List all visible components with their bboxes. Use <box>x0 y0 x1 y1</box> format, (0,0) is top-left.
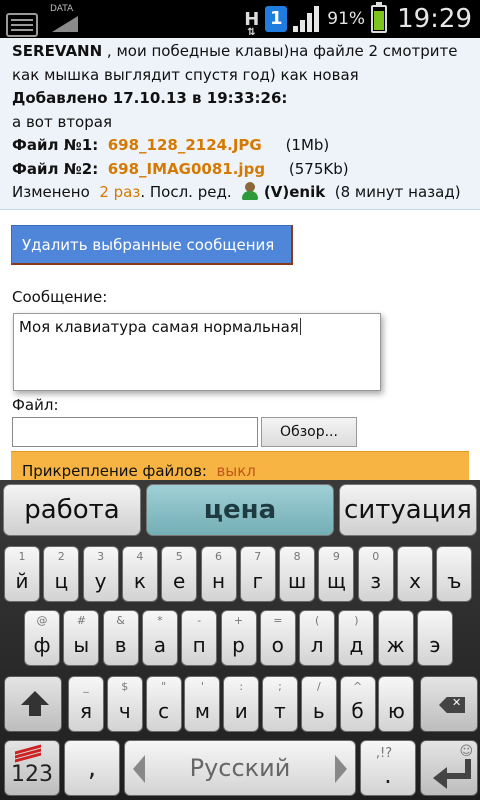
key-ж[interactable]: ж <box>377 610 414 666</box>
key-у[interactable]: 3у <box>82 546 119 602</box>
post-line-2: как мышка выглядит спустя год) как новая <box>12 65 359 84</box>
onscreen-keyboard: работа цена ситуация 1й2ц3у4к5е6н7г8ш9щ0… <box>0 480 480 800</box>
key-й[interactable]: 1й <box>4 546 40 602</box>
attachments-state: выкл <box>216 462 256 480</box>
suggestion-3[interactable]: ситуация <box>339 484 477 536</box>
battery-icon <box>371 2 388 33</box>
attachment-2: Файл №2: 698_IMAG0081.jpg (575Kb) <box>12 159 349 178</box>
symbols-123-key[interactable]: 123 <box>4 740 60 796</box>
key-ы[interactable]: # ы <box>63 610 100 666</box>
notification-1-icon: 1 <box>265 6 288 32</box>
period-key[interactable]: ,!? . <box>360 740 416 796</box>
delete-selected-messages-button[interactable]: Удалить выбранные сообщения <box>11 225 293 265</box>
key-э[interactable]: э <box>417 610 453 666</box>
key-д[interactable]: ) д <box>338 610 375 666</box>
key-щ[interactable]: 9щ <box>318 546 355 602</box>
message-label: Сообщение: <box>12 288 108 306</box>
network-h-icon: H <box>244 9 259 38</box>
key-ъ[interactable]: ъ <box>436 546 473 602</box>
forum-post: SEREVANN , мои победные клавы)на файле 2… <box>0 38 480 210</box>
key-ю[interactable]: ю <box>378 676 415 732</box>
key-ш[interactable]: 8ш <box>279 546 316 602</box>
key-е[interactable]: 5е <box>161 546 198 602</box>
post-author[interactable]: SEREVANN <box>12 42 102 60</box>
key-м[interactable]: ' м <box>184 676 221 732</box>
post-line-3: а вот вторая <box>12 112 112 131</box>
keyboard-icon <box>6 13 38 37</box>
browse-button[interactable]: Обзор... <box>261 417 357 447</box>
key-л[interactable]: (л <box>299 610 336 666</box>
file-label: Файл: <box>12 396 59 414</box>
user-icon <box>241 182 259 200</box>
key-а[interactable]: * а <box>141 610 178 666</box>
message-text: Моя клавиатура самая нормальная <box>19 318 299 336</box>
enter-key[interactable]: ☺ <box>420 740 478 796</box>
data-icon: DATA <box>50 4 84 34</box>
key-ц[interactable]: 2ц <box>43 546 80 602</box>
suggestion-1[interactable]: работа <box>3 484 141 536</box>
comma-key[interactable]: , <box>64 740 120 796</box>
attachment-2-link[interactable]: 698_IMAG0081.jpg <box>108 160 265 178</box>
key-п[interactable]: -п <box>181 610 218 666</box>
signal-icon <box>293 6 321 32</box>
swype-logo-icon <box>15 746 43 758</box>
post-edited-info: Изменено 2 раз. Посл. ред. (V)enik (8 ми… <box>12 182 461 201</box>
key-р[interactable]: + р <box>220 610 257 666</box>
post-added-date: Добавлено 17.10.13 в 19:33:26: <box>12 89 288 107</box>
backspace-key[interactable] <box>420 676 478 732</box>
key-ч[interactable]: $ ч <box>106 676 143 732</box>
web-content: SEREVANN , мои победные клавы)на файле 2… <box>0 38 480 480</box>
attachment-1: Файл №1: 698_128_2124.JPG (1Mb) <box>12 136 330 154</box>
key-б[interactable]: ^ б <box>339 676 376 732</box>
key-с[interactable]: " с <box>145 676 182 732</box>
key-з[interactable]: 0з <box>357 546 394 602</box>
status-bar: DATA H 1 91% 19:29 <box>0 0 480 38</box>
space-key[interactable]: Русский <box>124 740 356 796</box>
key-н[interactable]: 6н <box>200 546 237 602</box>
key-к[interactable]: 4к <box>121 546 158 602</box>
message-textarea[interactable]: Моя клавиатура самая нормальная <box>13 313 381 391</box>
key-ф[interactable]: @ ф <box>24 610 60 666</box>
key-я[interactable]: _ я <box>68 676 104 732</box>
editor-name-link[interactable]: (V)enik <box>264 183 325 201</box>
key-в[interactable]: & в <box>102 610 139 666</box>
clock: 19:29 <box>397 4 472 34</box>
battery-percent: 91% <box>327 9 366 29</box>
post-line-1: SEREVANN , мои победные клавы)на файле 2… <box>12 42 458 60</box>
key-о[interactable]: = о <box>259 610 296 666</box>
key-т[interactable]: ; т <box>262 676 298 732</box>
key-и[interactable]: :и <box>223 676 260 732</box>
cursor-right-icon <box>335 755 347 783</box>
key-ь[interactable]: / ь <box>300 676 337 732</box>
text-caret <box>299 318 301 335</box>
shift-key[interactable] <box>4 676 62 732</box>
key-г[interactable]: 7г <box>239 546 276 602</box>
key-х[interactable]: х <box>397 546 433 602</box>
attachment-1-link[interactable]: 698_128_2124.JPG <box>108 136 262 154</box>
smiley-icon: ☺ <box>459 744 473 759</box>
file-path-input[interactable] <box>12 417 258 447</box>
attachments-toggle[interactable]: Прикрепление файлов: выкл <box>11 451 469 480</box>
suggestion-2[interactable]: цена <box>146 484 334 536</box>
edit-count: 2 раз <box>99 183 141 201</box>
